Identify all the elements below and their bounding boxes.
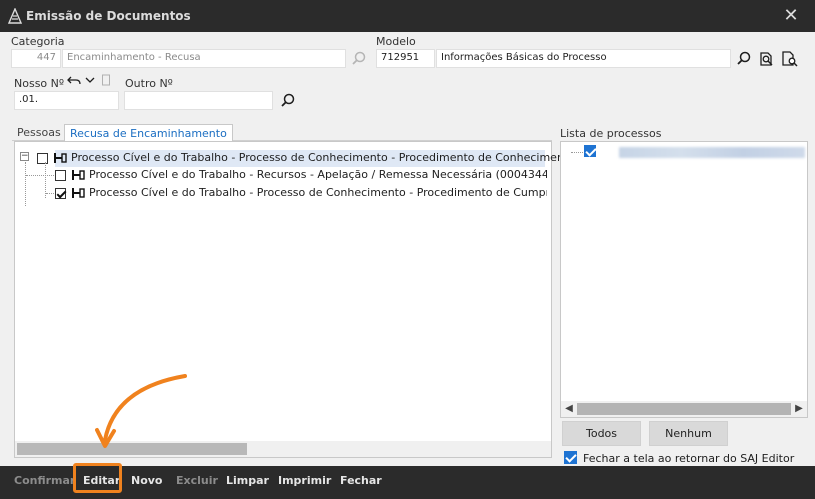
- tab-pessoas-label: Pessoas: [17, 126, 61, 139]
- categoria-search-icon[interactable]: [350, 50, 368, 68]
- modelo-label: Modelo: [376, 35, 416, 48]
- editar-highlight: [73, 463, 122, 493]
- modelo-name-field[interactable]: Informações Básicas do Processo: [436, 49, 731, 68]
- title-bar: Emissão de Documentos ✕: [0, 0, 815, 32]
- collapse-icon[interactable]: −: [20, 152, 29, 161]
- tab-recusa-label: Recusa de Encaminhamento: [70, 127, 227, 140]
- lista-horizontal-scrollbar[interactable]: ◀ ▶: [561, 401, 807, 417]
- fechar-tela-label[interactable]: Fechar a tela ao retornar do SAJ Editor: [583, 452, 794, 465]
- process-link-icon: [72, 170, 85, 180]
- nosso-numero-field[interactable]: .01.: [14, 91, 119, 110]
- tree-guide-line: [25, 162, 26, 206]
- modelo-code-field[interactable]: 712951: [376, 49, 435, 68]
- tree-child-2-label[interactable]: Processo Cível e do Trabalho - Processo …: [89, 186, 547, 199]
- tab-recusa-encaminhamento[interactable]: Recusa de Encaminhamento: [64, 124, 233, 142]
- lista-scroll-thumb[interactable]: [577, 403, 791, 415]
- outro-numero-field[interactable]: [124, 91, 273, 110]
- outro-numero-label: Outro Nº: [125, 77, 173, 90]
- tree-root-checkbox[interactable]: [37, 153, 48, 164]
- processo-redacted-text: [619, 147, 805, 158]
- tree-root-label: Processo Cível e do Trabalho - Processo …: [71, 151, 583, 164]
- modelo-preview-icon[interactable]: [757, 50, 775, 68]
- tree-guide-line: [571, 152, 585, 153]
- categoria-name-field[interactable]: Encaminhamento - Recusa: [62, 49, 346, 68]
- novo-button[interactable]: Novo: [131, 474, 163, 487]
- nosso-numero-label: Nosso Nº: [14, 77, 65, 90]
- action-toolbar: Confirmar Editar Novo Excluir Limpar Imp…: [0, 466, 815, 499]
- categoria-label: Categoria: [11, 35, 65, 48]
- tab-pessoas[interactable]: Pessoas: [12, 124, 66, 141]
- process-link-icon: [72, 188, 85, 198]
- processo-checkbox[interactable]: [584, 145, 596, 157]
- window-title: Emissão de Documentos: [26, 9, 191, 23]
- undo-icon[interactable]: [67, 74, 81, 86]
- app-logo-icon: [8, 8, 22, 24]
- close-icon: ✕: [783, 5, 799, 26]
- tree-guide-line: [46, 193, 54, 194]
- numero-search-icon[interactable]: [279, 92, 297, 110]
- limpar-button[interactable]: Limpar: [226, 474, 269, 487]
- annotation-arrow-icon: [95, 374, 187, 448]
- tree-child-1-checkbox[interactable]: [55, 170, 66, 181]
- modelo-document-search-icon[interactable]: [780, 50, 798, 68]
- categoria-code-field[interactable]: 447: [11, 49, 61, 68]
- tree-child-2-checkbox[interactable]: [55, 188, 66, 199]
- chevron-down-icon[interactable]: [84, 75, 96, 85]
- lista-processos-label: Lista de processos: [560, 127, 662, 140]
- tree-guide-line: [26, 175, 54, 176]
- scroll-right-icon[interactable]: ▶: [791, 401, 807, 417]
- scroll-left-icon[interactable]: ◀: [561, 401, 577, 417]
- fechar-tela-checkbox[interactable]: [564, 451, 577, 464]
- modelo-search-icon[interactable]: [735, 50, 753, 68]
- todos-button[interactable]: Todos: [562, 421, 641, 446]
- process-link-icon: [54, 153, 67, 163]
- tree-child-1-label[interactable]: Processo Cível e do Trabalho - Recursos …: [89, 168, 547, 181]
- excluir-button[interactable]: Excluir: [176, 474, 218, 487]
- imprimir-button[interactable]: Imprimir: [278, 474, 331, 487]
- confirmar-button[interactable]: Confirmar: [14, 474, 75, 487]
- lista-processos-list[interactable]: ◀ ▶: [560, 141, 808, 418]
- close-button[interactable]: ✕: [778, 4, 804, 28]
- fechar-button[interactable]: Fechar: [340, 474, 382, 487]
- nenhum-button[interactable]: Nenhum: [649, 421, 728, 446]
- document-icon[interactable]: [101, 74, 111, 86]
